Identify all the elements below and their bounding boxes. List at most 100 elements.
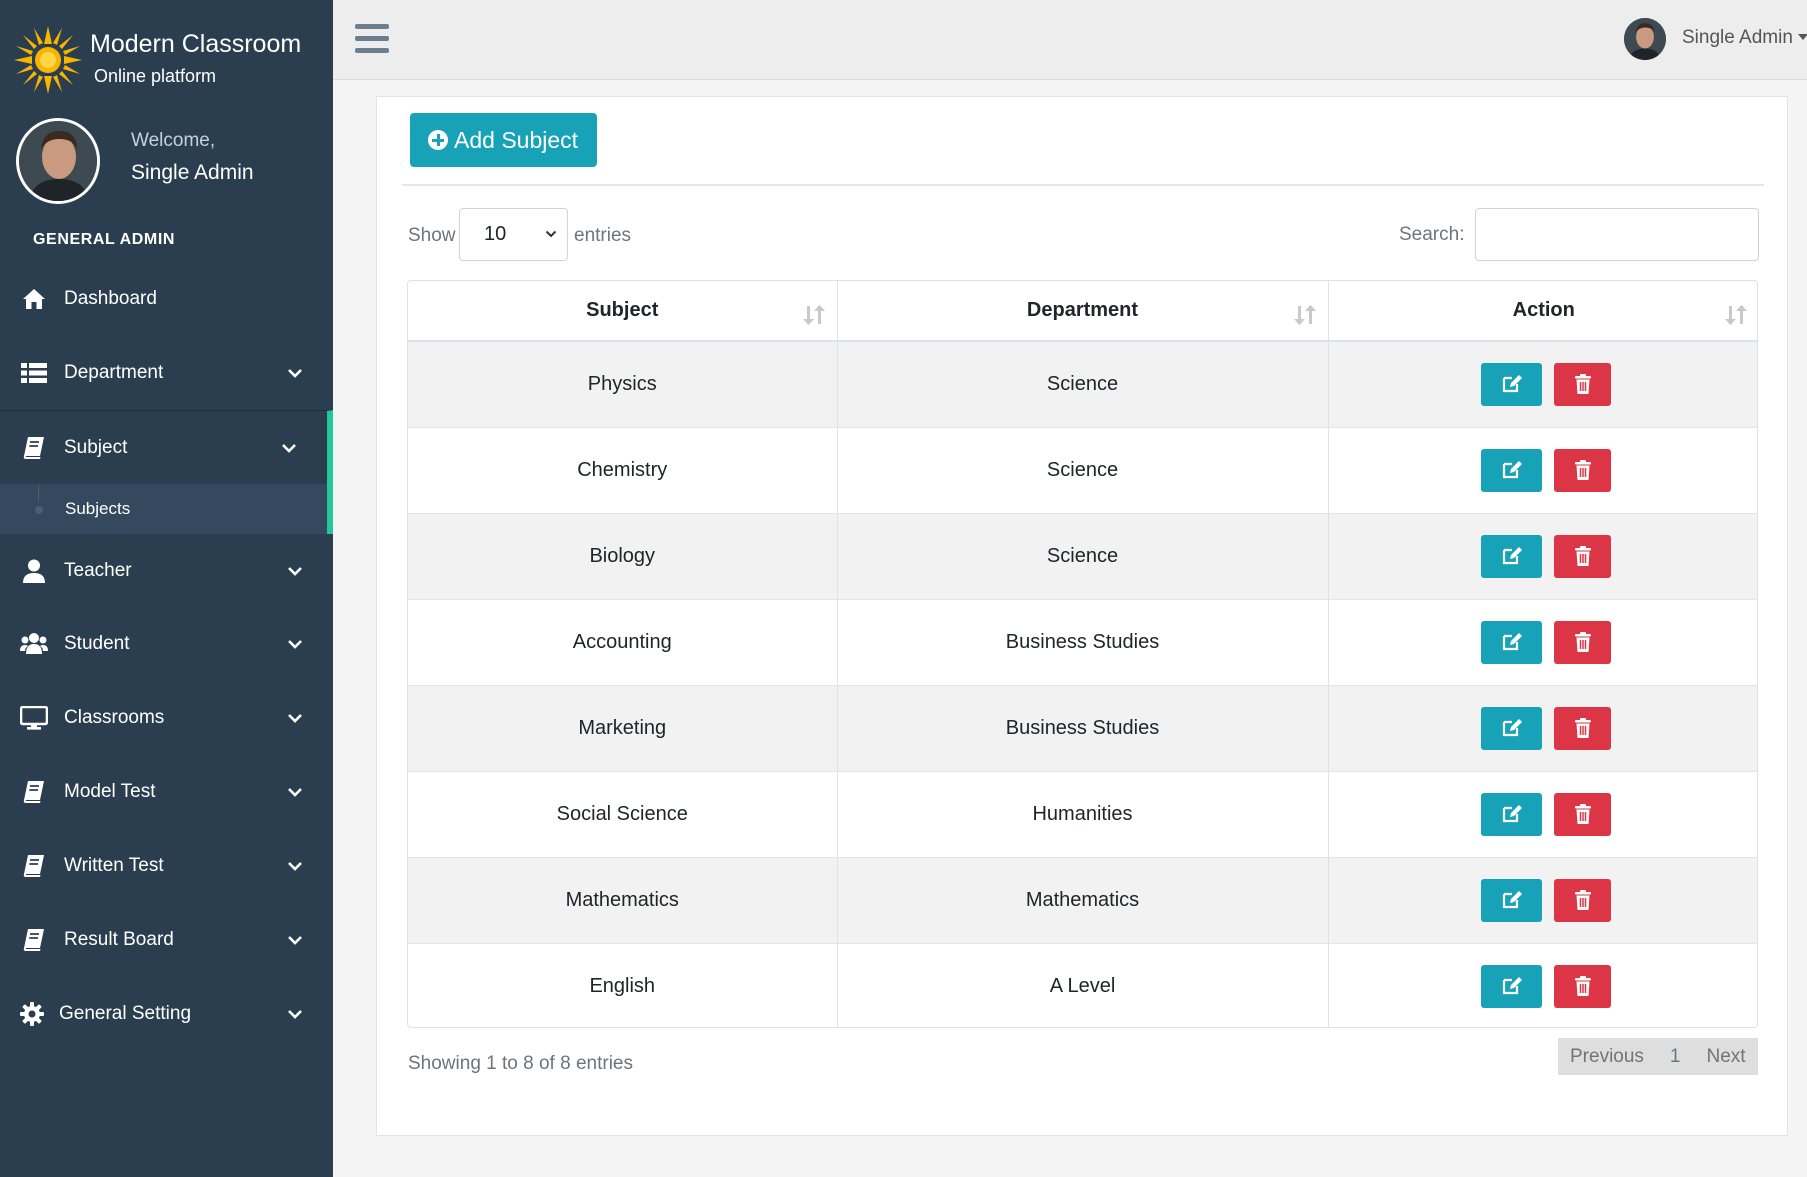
cell-department: Humanities — [837, 771, 1329, 858]
cell-subject: Marketing — [408, 685, 838, 772]
edit-icon — [1501, 460, 1523, 480]
cell-subject: Mathematics — [408, 857, 838, 944]
menu-toggle-icon[interactable] — [355, 24, 389, 54]
edit-button[interactable] — [1481, 448, 1543, 492]
delete-button[interactable] — [1554, 964, 1612, 1008]
sidebar-item-result-board[interactable]: Result Board — [0, 903, 333, 977]
add-subject-label: Add Subject — [454, 126, 579, 153]
sort-icon — [802, 305, 825, 325]
chevron-down-icon — [288, 1010, 302, 1019]
book-icon — [20, 854, 48, 878]
delete-button[interactable] — [1554, 534, 1612, 578]
delete-button[interactable] — [1554, 620, 1612, 664]
table-row: Accounting Business Studies — [408, 599, 1757, 686]
book-icon — [20, 436, 48, 460]
sidebar-item-label: Classrooms — [64, 707, 165, 728]
sidebar-item-department[interactable]: Department — [0, 336, 333, 410]
trash-icon — [1574, 632, 1591, 652]
cell-department: Business Studies — [837, 599, 1329, 686]
trash-icon — [1574, 890, 1591, 910]
delete-button[interactable] — [1554, 878, 1612, 922]
search-input[interactable] — [1475, 208, 1759, 261]
trash-icon — [1574, 976, 1591, 997]
cell-subject: Social Science — [408, 771, 838, 858]
user-photo-icon — [19, 121, 97, 201]
edit-button[interactable] — [1481, 534, 1543, 578]
column-header-action[interactable]: Action — [1328, 281, 1757, 342]
row-actions — [1329, 878, 1758, 922]
entries-length-select[interactable]: 10 — [459, 208, 568, 261]
sidebar-item-label: Student — [64, 633, 130, 654]
book-icon — [20, 780, 48, 804]
pagination-next[interactable]: Next — [1707, 1046, 1746, 1068]
chevron-down-icon — [288, 566, 302, 576]
edit-button[interactable] — [1481, 964, 1543, 1008]
edit-icon — [1501, 804, 1523, 824]
row-actions — [1329, 534, 1758, 578]
pagination: Previous 1 Next — [1558, 1038, 1758, 1075]
cell-action — [1328, 685, 1758, 772]
desktop-icon — [20, 706, 48, 730]
gear-icon — [18, 1002, 46, 1026]
sidebar-item-student[interactable]: Student — [0, 607, 333, 681]
sidebar-item-classrooms[interactable]: Classrooms — [0, 681, 333, 755]
delete-button[interactable] — [1554, 362, 1612, 406]
chevron-down-icon — [282, 443, 296, 453]
search-label: Search: — [1399, 224, 1465, 245]
edit-button[interactable] — [1481, 878, 1543, 922]
sidebar-item-dashboard[interactable]: Dashboard — [0, 262, 333, 336]
sidebar-item-teacher[interactable]: Teacher — [0, 534, 333, 607]
edit-button[interactable] — [1481, 620, 1543, 664]
delete-button[interactable] — [1554, 792, 1612, 836]
cell-subject: Accounting — [408, 599, 838, 686]
table-row: Marketing Business Studies — [408, 685, 1758, 772]
row-actions — [1329, 706, 1758, 750]
user-icon — [20, 559, 48, 583]
edit-button[interactable] — [1481, 362, 1543, 406]
sidebar-item-label: Department — [64, 362, 164, 383]
edit-button[interactable] — [1481, 706, 1543, 750]
table-row: Biology Science — [408, 513, 1758, 600]
tree-line — [38, 484, 39, 502]
sidebar-item-written-test[interactable]: Written Test — [0, 829, 333, 903]
cell-action — [1328, 943, 1757, 1027]
welcome-text: Welcome, — [131, 130, 216, 151]
cell-action — [1328, 857, 1758, 944]
cell-department: A Level — [837, 943, 1329, 1027]
table-row: English A Level — [408, 943, 1757, 1027]
topbar-user-name: Single Admin — [1682, 27, 1793, 48]
topbar: Single Admin — [333, 0, 1807, 80]
chevron-down-icon — [288, 369, 302, 378]
sidebar-item-general-setting[interactable]: General Setting — [0, 977, 333, 1051]
pagination-previous[interactable]: Previous — [1570, 1046, 1644, 1068]
cell-department: Science — [837, 341, 1329, 428]
sidebar-subitem-subjects[interactable]: Subjects — [0, 484, 333, 534]
column-header-department[interactable]: Department — [837, 281, 1329, 342]
home-icon — [20, 287, 48, 311]
sidebar-item-subject[interactable]: Subject — [0, 410, 333, 484]
entries-length-value: 10 — [484, 223, 507, 245]
pagination-page-1[interactable]: 1 — [1670, 1046, 1681, 1068]
table-row: Physics Science — [408, 341, 1757, 428]
cell-subject: Biology — [408, 513, 838, 600]
avatar[interactable] — [16, 118, 100, 204]
subjects-card: Add Subject Show 10 entries Search: Subj… — [376, 96, 1788, 1136]
edit-button[interactable] — [1481, 792, 1543, 836]
book-icon — [20, 928, 48, 952]
sidebar-item-model-test[interactable]: Model Test — [0, 755, 333, 829]
cell-subject: Chemistry — [408, 427, 838, 514]
cell-department: Mathematics — [837, 857, 1329, 944]
trash-icon — [1574, 804, 1591, 824]
entries-label: entries — [574, 225, 632, 246]
edit-icon — [1501, 632, 1523, 652]
delete-button[interactable] — [1554, 706, 1612, 750]
column-header-subject[interactable]: Subject — [408, 281, 838, 342]
edit-icon — [1501, 546, 1523, 566]
column-header-label: Department — [1026, 299, 1139, 321]
add-subject-button[interactable]: Add Subject — [410, 113, 597, 167]
row-actions — [1329, 792, 1758, 836]
delete-button[interactable] — [1554, 448, 1612, 492]
table-body: Physics Science Chemistry Science Biology Sci… — [408, 341, 1758, 1027]
cell-subject: English — [408, 943, 838, 1027]
sidebar-item-label: General Setting — [59, 1003, 192, 1024]
